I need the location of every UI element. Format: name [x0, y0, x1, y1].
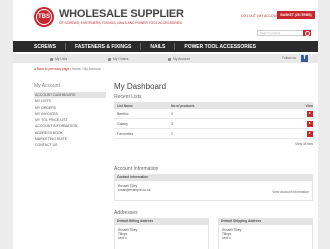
- basket-button[interactable]: BASKET (28 ITEMS): [277, 11, 315, 19]
- dashboard-main: My Dashboard Recent Lists List Name No o…: [114, 82, 313, 146]
- nav-item-screws[interactable]: SCREWS: [13, 44, 65, 50]
- shipping-address: Default Shipping Address Russell Tilley …: [218, 218, 313, 249]
- user-icon: [168, 57, 171, 61]
- subbar-label: My Account: [173, 57, 191, 61]
- address-columns: Default Billing Address Russell Tilley T…: [114, 218, 313, 249]
- account-links[interactable]: LOG OUT | MY ACCOUNT: [241, 14, 280, 18]
- account-subbar: My Lists My Orders My Account Follow us …: [13, 54, 318, 63]
- breadcrumb-trail[interactable]: / Home / My Account: [70, 67, 100, 71]
- breadcrumb: ◂ Back to previous page / Home / My Acco…: [34, 67, 101, 71]
- account-information-title: Account Information: [114, 166, 159, 172]
- nav-item-power-tool-accessories[interactable]: POWER TOOL ACCESSORIES: [175, 44, 265, 50]
- shipping-address-title: Default Shipping Address: [218, 218, 313, 225]
- view-all-lists-link[interactable]: View all lists: [114, 142, 313, 146]
- address-line: Unit 4: [118, 236, 127, 241]
- billing-address-body: Russell Tilley Tilleys Unit 4: [114, 225, 209, 249]
- nav-item-fasteners-fixings[interactable]: FASTENERS & FIXINGS: [66, 44, 140, 50]
- contact-information-header: Contact Information: [114, 174, 313, 181]
- table-row: Favourites 2: [114, 129, 313, 139]
- table-row: Benthic 3: [114, 109, 313, 119]
- column-header-view: View: [305, 103, 313, 108]
- addresses-title: Addresses: [114, 210, 138, 216]
- main-nav: SCREWS FASTENERS & FIXINGS NAILS POWER T…: [13, 41, 318, 52]
- column-header-product-count: No of products: [171, 103, 195, 108]
- subbar-my-lists[interactable]: My Lists: [50, 57, 67, 61]
- subbar-my-orders[interactable]: My Orders: [108, 57, 128, 61]
- subbar-label: My Orders: [113, 57, 129, 61]
- address-line: Unit 4: [222, 236, 231, 241]
- list-name[interactable]: Galaxy: [114, 122, 171, 126]
- view-arrow-icon[interactable]: [307, 110, 313, 117]
- shipping-address-body: Russell Tilley Tilleys Unit 4: [218, 225, 313, 249]
- view-cell: [301, 110, 313, 117]
- site-header: TBS WHOLESALE SUPPLIER OF SCREWS, FASTEN…: [13, 0, 318, 40]
- sidebar-title: My Account: [34, 83, 60, 89]
- table-row: Galaxy 3: [114, 119, 313, 129]
- product-count: 2: [171, 131, 173, 136]
- account-information-section: Account Information Contact Information …: [114, 166, 313, 201]
- facebook-icon[interactable]: f: [301, 55, 308, 62]
- brand-name: WHOLESALE SUPPLIER: [59, 8, 184, 20]
- brand: WHOLESALE SUPPLIER OF SCREWS, FASTENERS,…: [59, 8, 184, 25]
- page-title: My Dashboard: [114, 82, 167, 91]
- subbar-label: My Lists: [55, 57, 68, 61]
- subbar-my-account[interactable]: My Account: [168, 57, 190, 61]
- product-count: 3: [171, 111, 173, 116]
- product-count: 3: [171, 121, 173, 126]
- list-name[interactable]: Favourites: [114, 132, 171, 136]
- list-icon: [50, 57, 53, 61]
- contact-information-box: Russell Tilley email@example.co.uk View …: [114, 181, 313, 201]
- follow-us-label: Follow us: [282, 56, 296, 60]
- view-arrow-icon[interactable]: [307, 130, 313, 137]
- view-cell: [301, 120, 313, 127]
- recent-lists-title: Recent Lists: [114, 94, 142, 100]
- view-arrow-icon[interactable]: [307, 120, 313, 127]
- logo-text: TBS: [38, 14, 50, 20]
- recent-lists-header: List Name No of products View: [114, 102, 313, 109]
- site-logo[interactable]: TBS: [34, 7, 54, 27]
- account-sidebar: My Account ACCOUNT DASHBOARD MY LISTS MY…: [34, 83, 106, 149]
- view-account-information-link[interactable]: View account information: [272, 190, 309, 194]
- orders-icon: [108, 57, 111, 61]
- back-link[interactable]: ◂ Back to previous page: [34, 67, 69, 71]
- addresses-section: Addresses Default Billing Address Russel…: [114, 210, 313, 249]
- view-cell: [301, 130, 313, 137]
- contact-email: email@example.co.uk: [118, 188, 151, 192]
- billing-address-title: Default Billing Address: [114, 218, 209, 225]
- column-header-list-name: List Name: [117, 103, 133, 108]
- billing-address: Default Billing Address Russell Tilley T…: [114, 218, 209, 249]
- nav-item-nails[interactable]: NAILS: [141, 44, 174, 50]
- list-name[interactable]: Benthic: [114, 112, 171, 116]
- page: TBS WHOLESALE SUPPLIER OF SCREWS, FASTEN…: [13, 0, 318, 249]
- search-icon[interactable]: [303, 30, 311, 36]
- sidebar-item-contact-us[interactable]: CONTACT US: [34, 142, 106, 148]
- brand-tagline: OF SCREWS, FASTENERS, FIXINGS, NAILS AND…: [59, 21, 183, 25]
